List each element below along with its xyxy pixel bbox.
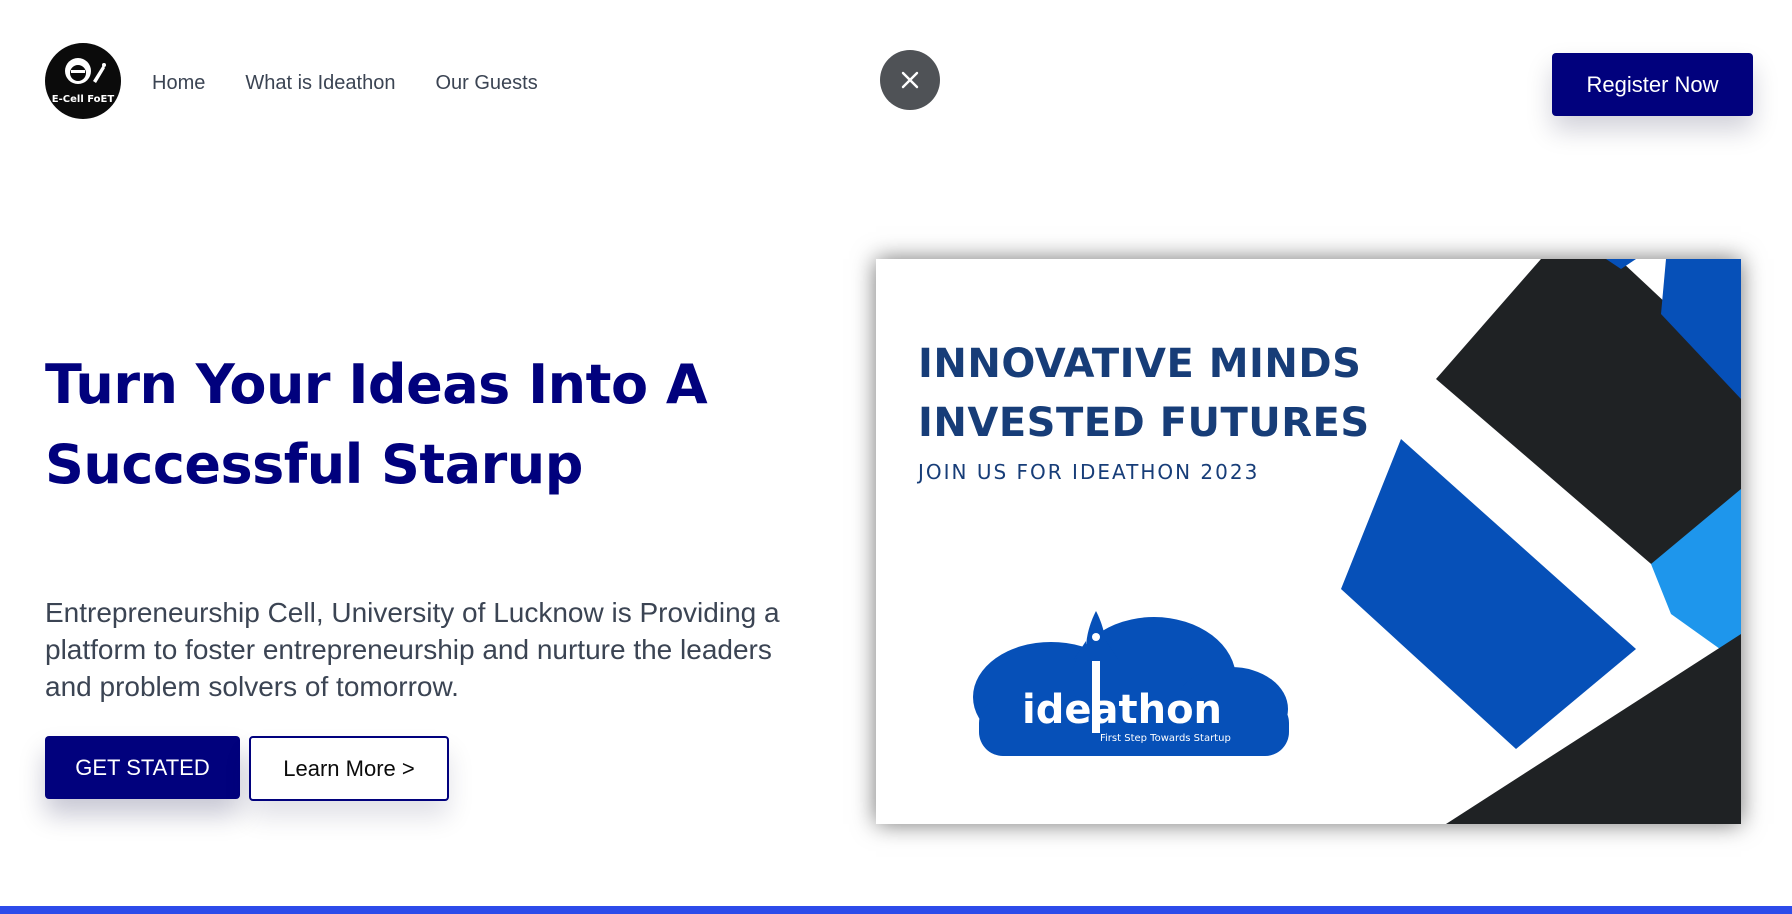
ideathon-logo-word: ideathon [1022,687,1223,733]
poster-headline-2: INVESTED FUTURES [918,400,1370,446]
close-button[interactable] [880,50,940,110]
hero-title: Turn Your Ideas Into A Successful Starup [45,353,708,496]
hero-description: Entrepreneurship Cell, University of Luc… [45,597,780,702]
main-nav: Home What is Ideathon Our Guests [152,72,538,95]
ecell-logo-icon [65,58,106,84]
register-now-button[interactable]: Register Now [1552,53,1753,116]
bottom-accent-bar [0,906,1792,914]
logo-text: E-Cell FoET [51,94,115,105]
cta-row: GET STATED Learn More > [45,736,449,801]
poster-headline-1: INNOVATIVE MINDS [918,341,1362,387]
poster-subheadline: JOIN US FOR IDEATHON 2023 [918,460,1260,484]
ideathon-poster: INNOVATIVE MINDS INVESTED FUTURES JOIN U… [876,259,1741,824]
ideathon-tagline: First Step Towards Startup [1100,733,1231,744]
ecell-logo[interactable]: E-Cell FoET [45,43,121,119]
close-icon [901,71,919,89]
nav-what-is-ideathon[interactable]: What is Ideathon [245,72,395,95]
nav-home[interactable]: Home [152,72,205,95]
learn-more-button[interactable]: Learn More > [249,736,449,801]
nav-our-guests[interactable]: Our Guests [435,72,537,95]
get-started-button[interactable]: GET STATED [45,736,240,799]
